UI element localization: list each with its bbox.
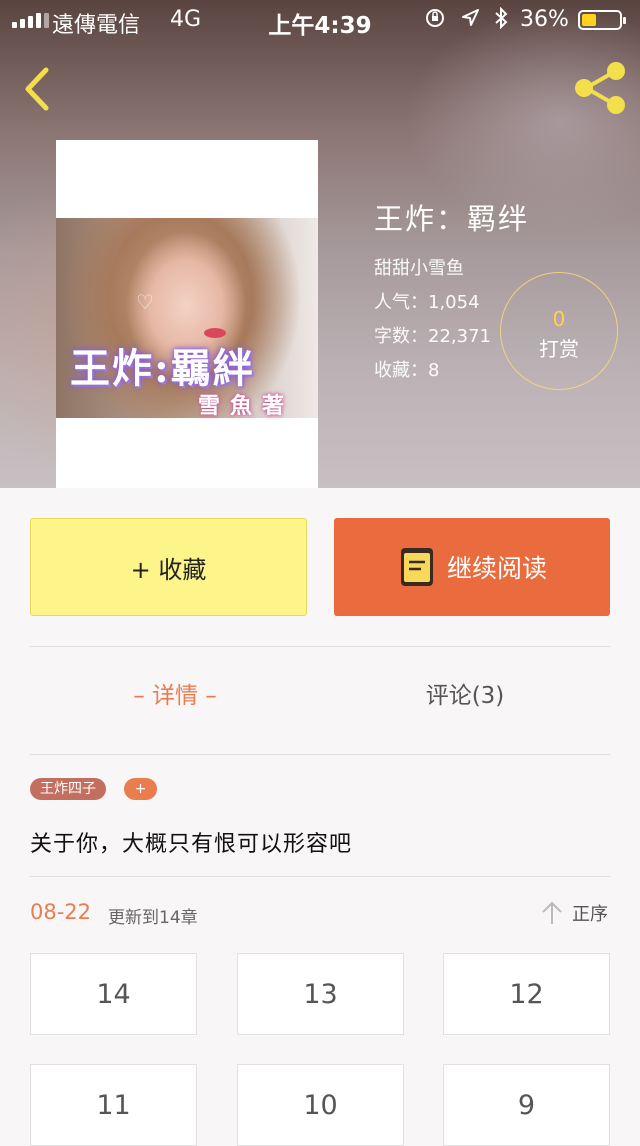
tab-detail[interactable]: – 详情 – — [30, 676, 320, 710]
status-bar: 遠傳電信 4G 上午4:39 36% — [0, 0, 640, 40]
battery-fill — [582, 14, 596, 26]
tip-button[interactable]: 0 打赏 — [500, 272, 618, 390]
heart-icon: ♡ — [136, 290, 154, 314]
add-tag-button[interactable]: + — [124, 778, 157, 800]
tip-label: 打赏 — [539, 337, 579, 361]
share-button[interactable] — [568, 58, 632, 118]
book-description: 关于你，大概只有恨可以形容吧 — [30, 832, 353, 857]
tab-comments[interactable]: 评论(3) — [320, 676, 610, 710]
battery-percent: 36% — [520, 7, 569, 32]
update-date: 08-22 — [30, 900, 92, 924]
continue-reading-button[interactable]: 继续阅读 — [334, 518, 610, 616]
bluetooth-icon — [495, 7, 508, 29]
chapter-button[interactable]: 11 — [30, 1064, 197, 1146]
book-title: 王炸：羁绊 — [374, 202, 530, 236]
arrow-up-icon — [542, 901, 562, 924]
chapter-button[interactable]: 12 — [443, 953, 610, 1035]
continue-reading-label: 继续阅读 — [446, 554, 547, 583]
book-icon — [400, 548, 433, 586]
divider — [30, 646, 610, 647]
sort-order-button[interactable]: 正序 — [540, 900, 608, 926]
divider — [30, 876, 610, 877]
back-button[interactable] — [18, 62, 62, 116]
divider — [30, 754, 610, 755]
battery-icon — [578, 10, 626, 30]
chapter-button[interactable]: 9 — [443, 1064, 610, 1146]
cover-author: 雪魚著 — [198, 393, 295, 419]
chapter-button[interactable]: 14 — [30, 953, 197, 1035]
update-status: 更新到14章 — [108, 908, 198, 928]
book-header: 遠傳電信 4G 上午4:39 36% ♡ 王炸:羈絆 雪魚著 王炸：羁绊 甜甜小… — [0, 0, 640, 488]
add-to-favorites-button[interactable]: + 收藏 — [30, 518, 307, 616]
add-to-favorites-label: + 收藏 — [130, 555, 207, 584]
book-author[interactable]: 甜甜小雪鱼 — [374, 252, 529, 286]
chapter-button[interactable]: 13 — [237, 953, 404, 1035]
orientation-lock-icon — [426, 9, 444, 27]
tag-item[interactable]: 王炸四子 — [30, 778, 106, 800]
share-icon — [575, 62, 625, 114]
chevron-left-icon — [25, 67, 49, 111]
book-cover[interactable]: ♡ 王炸:羈絆 雪魚著 — [56, 140, 318, 488]
cover-title: 王炸:羈絆 — [70, 345, 255, 392]
sort-order-label: 正序 — [572, 904, 608, 925]
tip-count: 0 — [552, 307, 566, 331]
chapter-button[interactable]: 10 — [237, 1064, 404, 1146]
location-icon — [462, 9, 479, 26]
